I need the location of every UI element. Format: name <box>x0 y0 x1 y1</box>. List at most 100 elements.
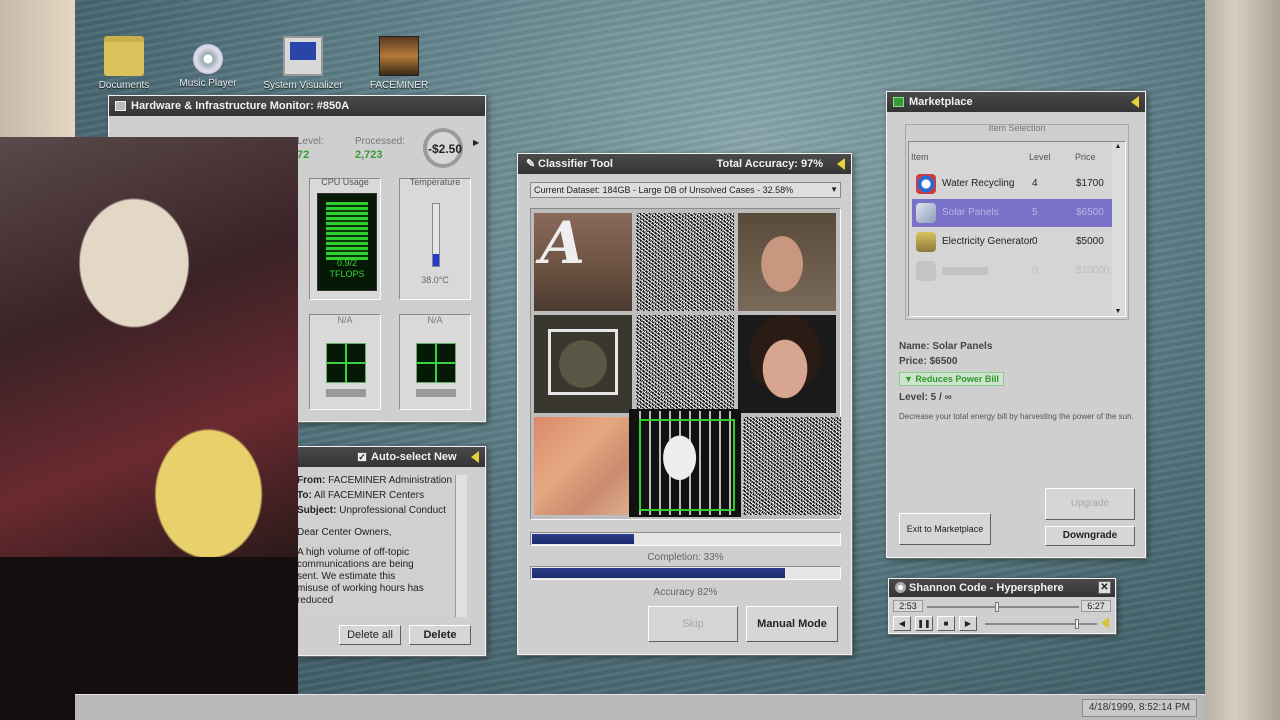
list-item-water-recycling[interactable]: Water Recycling 4 $1700 <box>912 170 1120 198</box>
manual-mode-button[interactable]: Manual Mode <box>746 606 838 642</box>
image-tile[interactable]: A <box>534 213 632 311</box>
level-label: Level: <box>297 136 324 147</box>
window-icon <box>115 101 126 111</box>
temperature-label: Temperature <box>409 177 461 187</box>
window-title: Hardware & Infrastructure Monitor: #850A <box>131 100 350 112</box>
player-titlebar[interactable]: Shannon Code - Hypersphere ✕ <box>889 579 1115 597</box>
item-level: 4 <box>1032 178 1038 189</box>
desktop-icon-documents[interactable]: Documents <box>79 36 169 91</box>
scroll-up-icon[interactable]: ▲ <box>1112 143 1124 150</box>
icon-label: Music Player <box>179 78 237 89</box>
pause-button[interactable]: ❚❚ <box>915 616 933 631</box>
item-price: $6500 <box>1076 207 1104 218</box>
image-tile-face[interactable] <box>738 315 836 413</box>
seek-track[interactable] <box>927 602 1079 612</box>
upgrade-button[interactable]: Upgrade <box>1045 488 1135 520</box>
volume-thumb[interactable] <box>1074 619 1079 629</box>
delete-button[interactable]: Delete <box>409 625 471 645</box>
from-value: FACEMINER Administration <box>328 475 453 486</box>
section-label: Item Selection <box>988 123 1046 133</box>
hardware-titlebar[interactable]: Hardware & Infrastructure Monitor: #850A <box>109 96 485 116</box>
accuracy-label: Accuracy 82% <box>653 587 718 598</box>
eye-icon <box>379 36 419 76</box>
icon-label: System Visualizer <box>263 80 343 91</box>
dataset-select[interactable]: Current Dataset: 184GB - Large DB of Uns… <box>530 182 841 198</box>
image-tile-noise[interactable] <box>636 213 734 311</box>
minimize-icon[interactable] <box>1131 96 1139 108</box>
detail-description: Decrease your total energy bill by harve… <box>899 412 1134 421</box>
col-price-header: Price <box>1075 152 1096 162</box>
image-tile-cat[interactable] <box>534 315 632 413</box>
completion-bar <box>530 532 841 546</box>
desktop-icon-music-player[interactable]: Music Player <box>163 36 253 89</box>
cpu-value: 0.9/2 <box>336 258 358 268</box>
locked-item-icon <box>916 261 936 281</box>
image-grid: A <box>530 208 841 520</box>
slot-label: N/A <box>427 315 443 325</box>
tile-letter: A <box>540 209 586 277</box>
previous-button[interactable]: ◀ <box>893 616 911 631</box>
window-title: Marketplace <box>909 96 973 108</box>
subject-label: Subject: <box>297 505 337 516</box>
webcam-overlay <box>0 137 298 557</box>
desktop-icon-faceminer[interactable]: FACEMINER <box>354 36 444 91</box>
marketplace-titlebar[interactable]: Marketplace <box>887 92 1145 112</box>
minimize-icon[interactable] <box>837 158 845 170</box>
image-tile-face[interactable] <box>738 213 836 311</box>
item-price: $1700 <box>1076 178 1104 189</box>
list-item-solar-panels[interactable]: Solar Panels 5 $6500 <box>912 199 1120 227</box>
minimize-icon[interactable] <box>471 451 479 463</box>
play-button[interactable]: ▶ <box>959 616 977 631</box>
window-title: Classifier Tool <box>538 158 613 170</box>
track-title: Shannon Code - Hypersphere <box>909 582 1064 594</box>
detection-box <box>548 329 618 395</box>
solar-panel-icon <box>916 203 936 223</box>
message-scrollbar[interactable] <box>455 475 467 617</box>
volume-icon[interactable] <box>1101 617 1109 629</box>
music-cd-icon <box>193 44 223 74</box>
dataset-value: Current Dataset: 184GB - Large DB of Uns… <box>534 185 794 195</box>
taskbar: 4/18/1999, 8:52:14 PM <box>75 694 1205 720</box>
item-name: Solar Panels <box>942 207 999 218</box>
image-tile[interactable] <box>534 417 632 515</box>
music-cd-icon <box>895 582 906 593</box>
completion-label: Completion: 33% <box>647 552 724 563</box>
cpu-panel: CPU Usage 0.9/2 TFLOPS <box>309 177 381 300</box>
accuracy-fill <box>532 568 786 578</box>
seek-thumb[interactable] <box>995 602 1000 612</box>
desktop-icon-system-visualizer[interactable]: System Visualizer <box>258 36 348 91</box>
slot-grid <box>326 343 366 383</box>
subject-value: Unprofessional Conduct <box>339 505 446 516</box>
message-body: From: FACEMINER Administration To: All F… <box>297 475 469 615</box>
volume-track[interactable] <box>985 619 1097 629</box>
balance-gauge: -$2.50 <box>423 128 463 168</box>
temperature-panel: Temperature 38.0°C <box>399 177 471 300</box>
auto-select-checkbox[interactable]: ✓ <box>357 452 367 462</box>
image-tile-selected[interactable] <box>629 409 741 517</box>
list-scrollbar[interactable]: ▲ ▼ <box>1112 143 1124 315</box>
classifier-titlebar[interactable]: ✎ Classifier Tool Total Accuracy: 97% <box>518 154 851 174</box>
exit-marketplace-button[interactable]: Exit to Marketplace <box>899 513 991 545</box>
processed-value: 2,723 <box>355 149 383 161</box>
completion-fill <box>532 534 634 544</box>
list-item-electricity-generator[interactable]: Electricity Generator 0 $5000 <box>912 228 1120 256</box>
list-item-locked[interactable]: 0 $10000 <box>912 257 1120 285</box>
image-tile-noise[interactable] <box>743 417 841 515</box>
temperature-value: 38.0°C <box>421 275 449 285</box>
chevron-down-icon: ▼ <box>830 185 838 194</box>
scroll-down-icon[interactable]: ▼ <box>1112 308 1124 315</box>
skip-button[interactable]: Skip <box>648 606 738 642</box>
item-selection-group: Item Selection Item Level Price Water Re… <box>905 123 1129 320</box>
image-tile-noise[interactable] <box>636 315 734 413</box>
stop-button[interactable]: ■ <box>937 616 955 631</box>
delete-all-button[interactable]: Delete all <box>339 625 401 645</box>
greeting: Dear Center Owners, <box>297 527 392 538</box>
collapse-arrow-icon[interactable]: ▶ <box>473 138 479 147</box>
downgrade-button[interactable]: Downgrade <box>1045 526 1135 546</box>
music-player-window: Shannon Code - Hypersphere ✕ 2:53 6:27 ◀… <box>888 578 1116 634</box>
col-level-header: Level <box>1029 152 1051 162</box>
close-icon[interactable]: ✕ <box>1098 581 1111 594</box>
cash-icon <box>893 97 904 107</box>
slot-panel-2: N/A <box>399 314 471 410</box>
auto-select-label: Auto-select New <box>371 451 457 463</box>
